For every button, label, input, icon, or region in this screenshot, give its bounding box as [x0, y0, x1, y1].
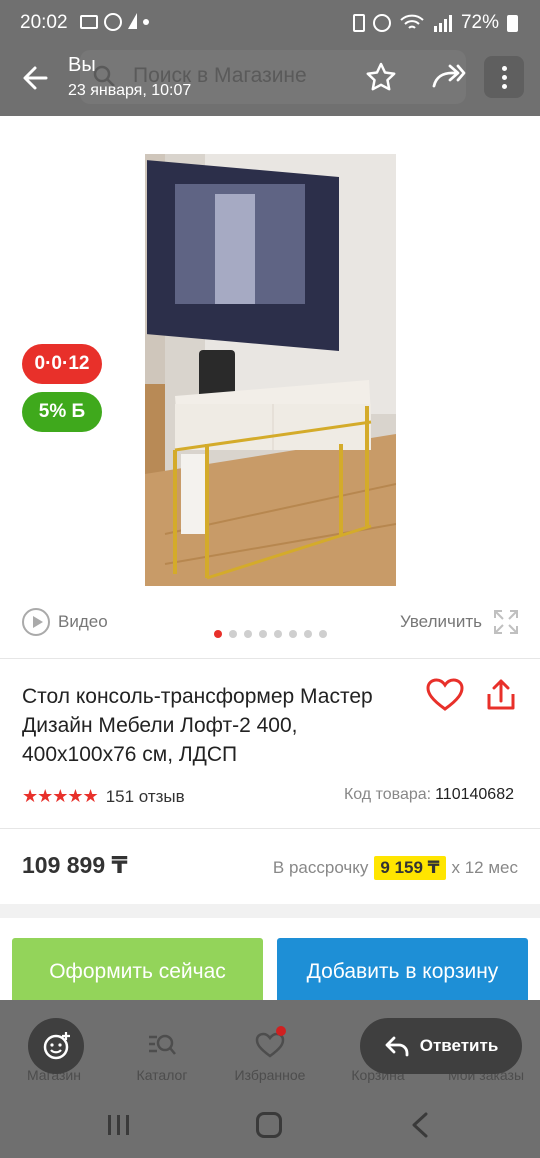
home-icon[interactable] — [256, 1112, 282, 1138]
wifi-icon — [400, 14, 424, 29]
product-price: 109 899 ₸ — [22, 852, 128, 878]
installment-label: В рассрочку — [272, 858, 369, 877]
expand-icon — [494, 610, 518, 634]
product-photo-illustration — [145, 154, 396, 586]
divider — [0, 658, 540, 659]
star-icon[interactable] — [366, 62, 396, 92]
menu-dot — [502, 75, 507, 80]
product-code-label: Код товара: — [343, 786, 432, 803]
slide-dot[interactable] — [214, 630, 222, 638]
alarm-icon — [372, 14, 391, 32]
installment-badge: 0·0·12 — [22, 344, 102, 384]
add-to-cart-button[interactable]: Добавить в корзину — [277, 938, 528, 1006]
product-title: Стол консоль-трансформер Мастер Дизайн М… — [22, 685, 373, 766]
slide-indicator — [214, 630, 327, 638]
viewer-date: 23 января, 10:07 — [68, 82, 192, 99]
more-notifications-icon — [143, 19, 149, 25]
system-back-icon[interactable] — [410, 1112, 430, 1138]
slide-dot[interactable] — [319, 630, 327, 638]
rating-row[interactable]: ★★★★★ 151 отзыв — [22, 786, 185, 807]
signal-icon — [433, 15, 452, 32]
installment-amount: 9 159 ₸ — [374, 856, 446, 880]
battery-icon — [507, 14, 518, 32]
system-icons: 72% — [352, 12, 518, 34]
order-now-button[interactable]: Оформить сейчас — [12, 938, 263, 1006]
product-code: Код товара: 110140682 — [344, 786, 514, 804]
bonus-badge: 5% Б — [22, 392, 102, 432]
slide-dot[interactable] — [304, 630, 312, 638]
installment-info[interactable]: В рассрочку 9 159 ₸ х 12 мес — [273, 856, 518, 880]
product-photo[interactable] — [145, 154, 396, 586]
battery-percent: 72% — [460, 12, 499, 33]
system-navigation-bar — [0, 1100, 540, 1158]
play-icon — [22, 608, 50, 636]
slide-dot[interactable] — [274, 630, 282, 638]
emoji-reaction-button[interactable] — [28, 1018, 84, 1074]
viewer-sender: Вы — [68, 54, 96, 76]
video-button[interactable]: Видео — [22, 608, 108, 636]
catalog-search-icon — [149, 1034, 176, 1055]
menu-dot — [502, 66, 507, 71]
section-separator — [0, 904, 540, 918]
tab-favorites[interactable]: Избранное — [216, 1018, 324, 1090]
share-icon[interactable] — [484, 678, 518, 712]
installment-term: х 12 мес — [451, 858, 519, 877]
forward-icon[interactable] — [430, 62, 466, 92]
reviews-count[interactable]: 151 отзыв — [106, 787, 185, 807]
product-code-value: 110140682 — [435, 786, 514, 803]
slide-dot[interactable] — [259, 630, 267, 638]
zoom-label: Увеличить — [400, 612, 482, 631]
more-menu-button[interactable] — [484, 56, 524, 98]
tab-label: Избранное — [234, 1067, 306, 1083]
slide-dot[interactable] — [289, 630, 297, 638]
battery-saver-icon — [352, 14, 365, 32]
mail-icon — [80, 15, 98, 29]
add-emoji-icon — [43, 1032, 70, 1060]
rating-stars: ★★★★★ — [22, 786, 99, 806]
notification-icons — [80, 13, 149, 31]
menu-dot — [502, 84, 507, 89]
tab-label: Каталог — [136, 1067, 188, 1083]
back-arrow-icon[interactable] — [18, 60, 54, 96]
reply-icon — [385, 1036, 409, 1057]
reply-button[interactable]: Ответить — [360, 1018, 522, 1074]
favorite-heart-icon[interactable] — [426, 678, 464, 712]
video-label: Видео — [58, 612, 108, 631]
notification-dot — [276, 1026, 286, 1036]
tab-catalog[interactable]: Каталог — [108, 1018, 216, 1090]
slide-dot[interactable] — [229, 630, 237, 638]
clock: 20:02 — [20, 12, 68, 33]
reply-label: Ответить — [419, 1036, 499, 1055]
tiktok-icon — [104, 13, 122, 31]
recent-apps-icon[interactable] — [106, 1114, 132, 1136]
divider — [0, 828, 540, 829]
telegram-icon — [128, 13, 137, 29]
slide-dot[interactable] — [244, 630, 252, 638]
status-bar: 20:02 72% — [0, 0, 540, 46]
zoom-button[interactable]: Увеличить — [400, 608, 520, 636]
